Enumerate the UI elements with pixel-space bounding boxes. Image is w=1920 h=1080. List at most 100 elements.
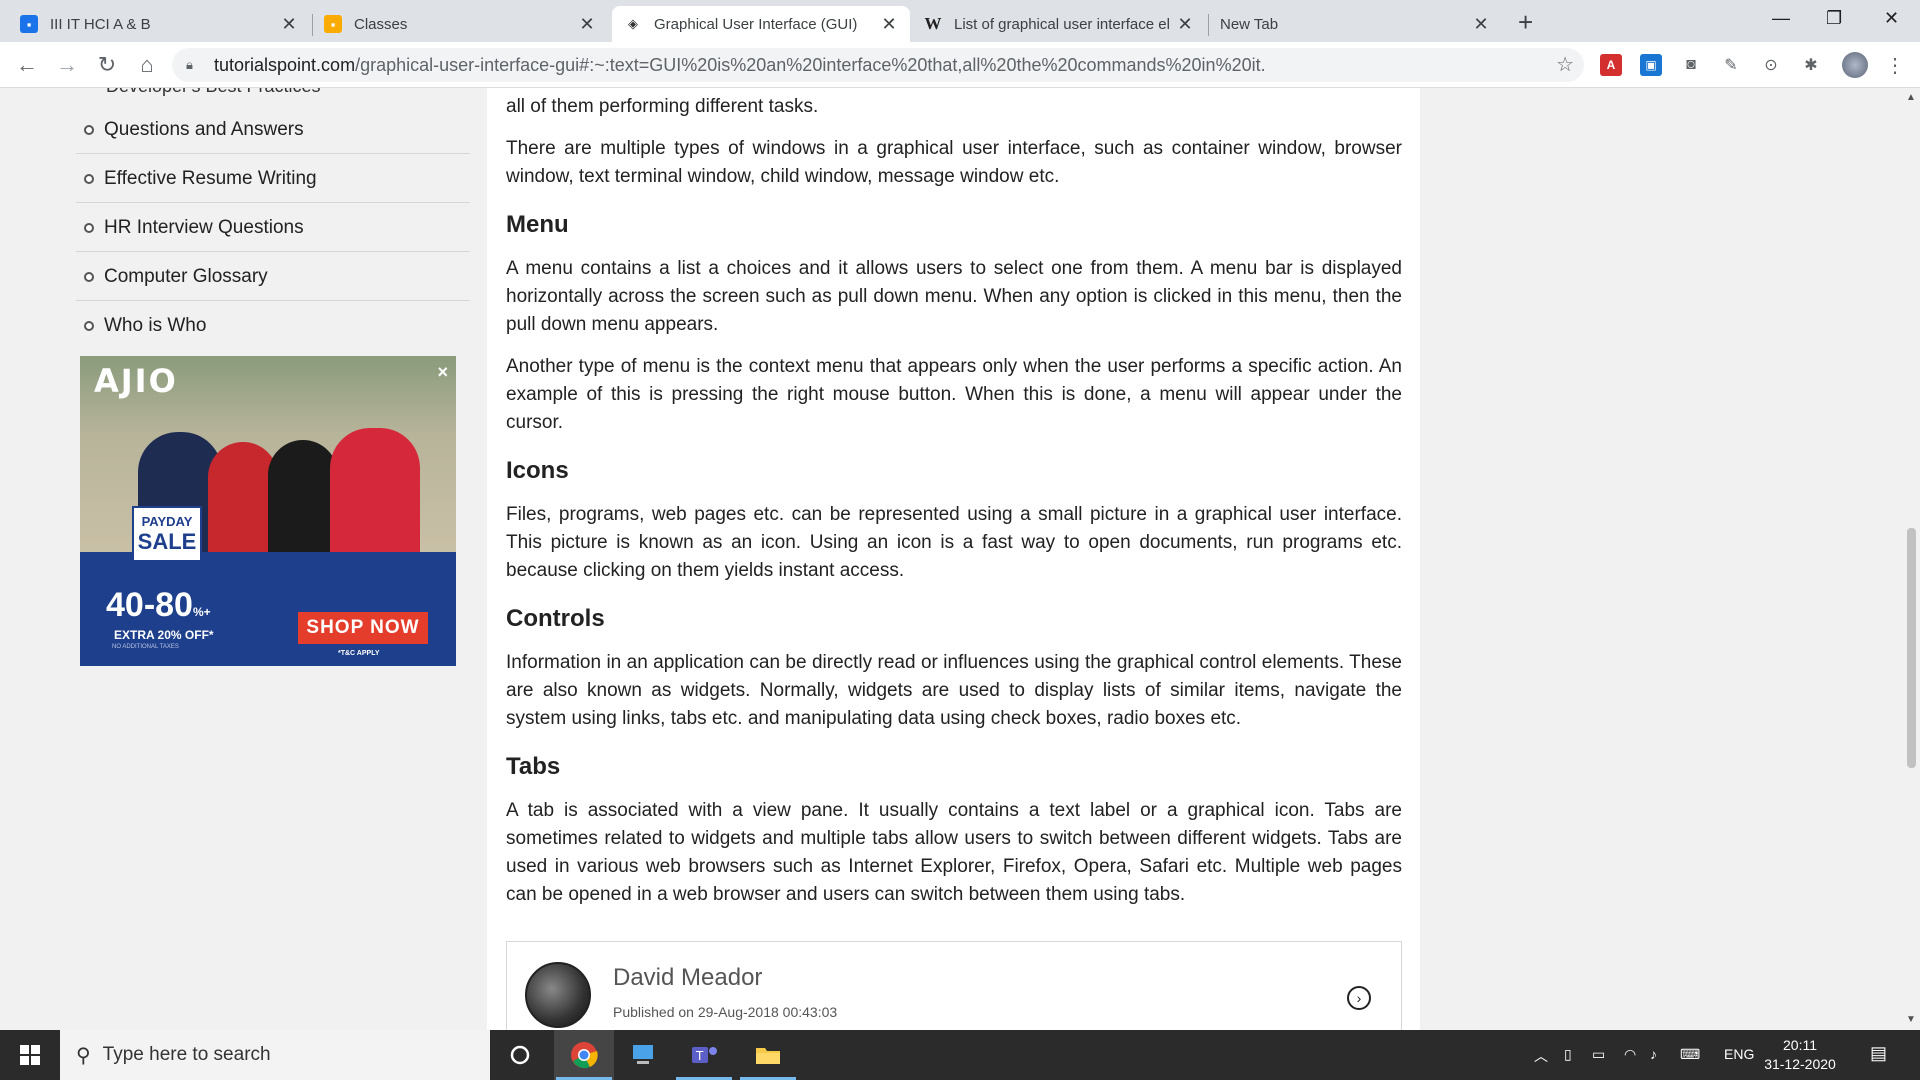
keyboard-icon[interactable]: ⌨	[1680, 1046, 1700, 1063]
sidebar-item-hr-interview[interactable]: HR Interview Questions	[76, 204, 470, 252]
chevron-right-circle-icon[interactable]: ›	[1347, 986, 1371, 1010]
file-explorer-icon[interactable]	[738, 1030, 798, 1080]
web-page: Developer's Best Practices Questions and…	[0, 88, 1903, 1030]
desktop-app-icon[interactable]	[614, 1030, 674, 1080]
clock-date: 31-12-2020	[1764, 1056, 1836, 1072]
tray-chevron-up-icon[interactable]: ︿	[1534, 1046, 1548, 1066]
sidebar-item-questions[interactable]: Questions and Answers	[76, 106, 470, 154]
sidebar-item-cut-off[interactable]: Developer's Best Practices	[106, 88, 321, 97]
ad-close-icon[interactable]: ×	[437, 362, 448, 383]
code-extension-icon[interactable]: ⊙	[1760, 54, 1782, 76]
wifi-icon[interactable]: ◠	[1624, 1046, 1636, 1063]
url-host: tutorialspoint.com	[214, 54, 356, 75]
discount-value: 40-80	[106, 586, 193, 624]
ad-extra-offer: EXTRA 20% OFF*	[114, 628, 214, 642]
close-icon[interactable]: ✕	[578, 14, 596, 35]
shop-now-button[interactable]: SHOP NOW	[298, 612, 428, 644]
volume-icon[interactable]: ♪	[1650, 1046, 1657, 1062]
heading-controls: Controls	[506, 605, 605, 632]
lock-icon[interactable]: 🔒︎	[186, 57, 202, 73]
sidebar-item-label: Who is Who	[104, 315, 207, 336]
search-icon: ⚲	[76, 1044, 91, 1067]
close-icon[interactable]: ✕	[1472, 14, 1490, 35]
author-avatar	[525, 962, 591, 1028]
ad-model	[268, 440, 338, 552]
classroom-icon: ▪	[20, 15, 38, 33]
notifications-icon[interactable]: ▤	[1870, 1043, 1887, 1064]
task-view-icon[interactable]	[490, 1030, 550, 1080]
battery-icon[interactable]: ▭	[1592, 1046, 1605, 1063]
extensions-puzzle-icon[interactable]: ✱	[1800, 54, 1822, 76]
paragraph: A tab is associated with a view pane. It…	[506, 800, 1402, 905]
system-clock[interactable]: 20:11 31-12-2020	[1760, 1036, 1840, 1074]
paragraph: Files, programs, web pages etc. can be r…	[506, 504, 1402, 581]
tab-iii-it-hci[interactable]: ▪ III IT HCI A & B ✕	[8, 6, 310, 42]
browser-tab-strip: ▪ III IT HCI A & B ✕ ▪ Classes ✕ ◈ Graph…	[0, 0, 1920, 42]
paragraph: all of them performing different tasks.	[506, 96, 819, 117]
forward-arrow-icon[interactable]: →	[52, 50, 82, 80]
article-content: all of them performing different tasks. …	[487, 88, 1420, 1030]
scrollbar-thumb[interactable]	[1907, 528, 1916, 768]
paragraph: Another type of menu is the context menu…	[506, 356, 1402, 433]
eyedropper-icon[interactable]: ✎	[1720, 54, 1742, 76]
tab-wikipedia[interactable]: W List of graphical user interface el ✕	[912, 6, 1206, 42]
tab-title: III IT HCI A & B	[50, 15, 151, 33]
tab-title: Graphical User Interface (GUI)	[654, 15, 858, 33]
author-name[interactable]: David Meador	[613, 964, 762, 992]
restore-icon[interactable]: ❐	[1826, 8, 1842, 29]
sidebar-item-glossary[interactable]: Computer Glossary	[76, 253, 470, 301]
bullet-icon	[84, 173, 94, 184]
language-indicator[interactable]: ENG	[1724, 1046, 1754, 1062]
url-path: /graphical-user-interface-gui#:~:text=GU…	[355, 54, 1266, 75]
close-icon[interactable]: ✕	[1176, 14, 1194, 35]
heading-icons: Icons	[506, 457, 569, 484]
heading-tabs: Tabs	[506, 753, 561, 780]
tutorialspoint-icon: ◈	[628, 16, 638, 31]
paragraph: There are multiple types of windows in a…	[506, 138, 1402, 187]
ad-terms: *T&C APPLY	[338, 650, 380, 657]
close-icon[interactable]: ✕	[280, 14, 298, 35]
scroll-down-icon[interactable]: ▼	[1906, 1014, 1916, 1025]
page-scrollbar[interactable]: ▲ ▼	[1903, 88, 1920, 1030]
ajio-advertisement[interactable]: AJIO × PAYDAY SALE 40-80%+ EXTRA 20% OFF…	[80, 356, 456, 666]
minimize-icon[interactable]: —	[1772, 8, 1790, 29]
profile-avatar[interactable]	[1842, 52, 1868, 78]
classroom-icon: ▪	[324, 15, 342, 33]
windows-start-icon[interactable]	[0, 1030, 60, 1080]
tray-device-icon[interactable]: ▯	[1564, 1046, 1572, 1063]
badge-line2: SALE	[137, 529, 197, 554]
wikipedia-icon: W	[924, 14, 942, 33]
reload-icon[interactable]: ↻	[92, 50, 122, 80]
taskbar-search-input[interactable]: ⚲ Type here to search	[60, 1030, 490, 1080]
new-tab-plus-icon[interactable]: +	[1518, 9, 1533, 35]
close-icon[interactable]: ✕	[880, 14, 898, 35]
tab-title: New Tab	[1220, 15, 1279, 33]
sidebar-item-who-is-who[interactable]: Who is Who	[76, 302, 470, 350]
badge-line1: PAYDAY	[141, 514, 193, 529]
ad-tax-note: NO ADDITIONAL TAXES	[112, 644, 179, 650]
ajio-logo: AJIO	[94, 362, 178, 400]
payday-sale-badge: PAYDAY SALE	[132, 506, 202, 562]
sidebar-item-label: HR Interview Questions	[104, 216, 304, 238]
scroll-up-icon[interactable]: ▲	[1906, 92, 1916, 103]
menu-kebab-icon[interactable]: ⋮	[1884, 54, 1906, 77]
tab-gui-active[interactable]: ◈ Graphical User Interface (GUI) ✕	[612, 6, 910, 42]
paragraph: A menu contains a list a choices and it …	[506, 258, 1402, 335]
chrome-taskbar-icon[interactable]	[554, 1030, 614, 1080]
bullet-icon	[84, 321, 94, 331]
tab-classes[interactable]: ▪ Classes ✕	[312, 6, 608, 42]
home-icon[interactable]: ⌂	[132, 50, 162, 80]
teams-icon[interactable]: T	[674, 1030, 734, 1080]
window-close-icon[interactable]: ✕	[1884, 8, 1899, 29]
tab-title: Classes	[354, 15, 408, 33]
sidebar-item-resume[interactable]: Effective Resume Writing	[76, 155, 470, 203]
tab-title: List of graphical user interface el	[954, 15, 1170, 33]
camera-icon[interactable]: ◙	[1680, 54, 1702, 76]
address-bar[interactable]: 🔒︎ tutorialspoint.com/graphical-user-int…	[172, 48, 1584, 82]
svg-text:T: T	[695, 1049, 704, 1063]
pdf-extension-icon[interactable]: A	[1600, 54, 1622, 76]
bookmark-star-icon[interactable]: ☆	[1556, 52, 1574, 77]
tab-new-tab[interactable]: New Tab ✕	[1208, 6, 1502, 42]
back-arrow-icon[interactable]: ←	[12, 50, 42, 80]
screen-extension-icon[interactable]: ▣	[1640, 54, 1662, 76]
